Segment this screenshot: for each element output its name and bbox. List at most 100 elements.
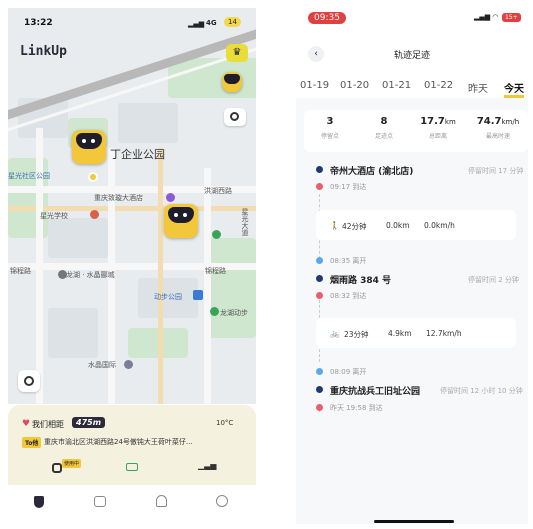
status-tag: 使用中	[62, 459, 82, 468]
arrive-dot-3	[316, 404, 323, 411]
to-tag: To他	[22, 437, 42, 448]
move-distance: 4.9km	[388, 329, 412, 338]
longhu-poi-icon	[210, 307, 219, 316]
signal-wifi-icon: ▂▄▆ ◠	[474, 13, 498, 21]
stat-unit: km	[444, 118, 456, 126]
date-tab-3[interactable]: 01-22	[424, 80, 453, 91]
stop-name-3[interactable]: 重庆抗战兵工旧址公园	[330, 384, 420, 397]
locate-button[interactable]	[18, 370, 40, 392]
stop-stay-1: 停留时间 17 分钟	[468, 167, 524, 175]
tab-home-shield-icon[interactable]	[34, 496, 44, 508]
stop-name-1[interactable]: 帝州大酒店 (渝北店)	[330, 164, 413, 177]
arrive-dot-1	[316, 183, 323, 190]
camera-icon	[230, 112, 239, 121]
map-view[interactable]: 丁企业公园 星光社区公园 重庆致璇大酒店 洪湖西路 星光学校 星光大道 锦程路 …	[8, 8, 256, 404]
move-speed: 0.0km/h	[424, 221, 455, 230]
left-phone-screen: 丁企业公园 星光社区公园 重庆致璇大酒店 洪湖西路 星光学校 星光大道 锦程路 …	[8, 8, 256, 522]
stat-value: 74.7	[476, 116, 502, 127]
hotel-poi-icon	[166, 193, 175, 202]
partner-avatar-pin[interactable]	[164, 204, 198, 238]
stat-unit: km/h	[501, 118, 520, 126]
date-tab-1[interactable]: 01-20	[340, 80, 369, 91]
map-label-road-jincheng: 锦程路	[10, 267, 31, 275]
tab-message-icon[interactable]	[94, 496, 106, 507]
school-poi-icon	[90, 210, 99, 219]
map-label-mall: 龙湖 · 水晶郦城	[66, 271, 115, 279]
distance-card[interactable]: ♥ 我们相距 475m 10°C To他 重庆市渝北区洪湖西路24号傲钝大王荷叶…	[8, 405, 256, 485]
battery-indicator-right: 15+	[502, 13, 521, 22]
status-bar: 13:22 ▂▄▆ 4G 14	[8, 8, 256, 34]
map-label-park: 丁企业公园	[110, 148, 165, 161]
map-label-road-jincheng-2: 锦程路	[205, 267, 226, 275]
stat-label: 总距离	[428, 133, 447, 140]
arrive-time-1: 09:17 到达	[330, 183, 367, 191]
third-avatar-pin[interactable]	[222, 72, 242, 92]
battery-icon	[126, 463, 138, 471]
move-distance: 0.0km	[386, 221, 410, 230]
stat-value: 8	[380, 116, 388, 127]
move-duration: 42分钟	[342, 222, 367, 231]
stop-stay-3: 停留时间 12 小时 10 分钟	[440, 387, 523, 395]
location-marker-1	[88, 172, 98, 182]
crosshair-icon	[24, 376, 34, 386]
arrive-dot-2	[316, 292, 323, 299]
app-logo: LinkUp	[20, 44, 67, 59]
stop-dot-2	[316, 275, 323, 282]
stat-stay-points: 3 停留点	[306, 116, 354, 140]
stat-label: 最高时速	[485, 133, 510, 140]
crystal-poi-icon	[124, 360, 133, 369]
walk-icon: 🚶	[330, 221, 340, 230]
stat-label: 停留点	[320, 133, 339, 140]
date-tab-2[interactable]: 01-21	[382, 80, 411, 91]
map-label-hotel: 重庆致璇大酒店	[94, 194, 143, 202]
map-label-school: 星光学校	[40, 212, 68, 220]
crown-icon: ♛	[232, 47, 242, 58]
weather-temp: 10°C	[216, 419, 234, 427]
stat-value: 17.7	[420, 116, 445, 127]
green-poi-icon	[212, 230, 221, 239]
bottom-tab-bar	[8, 486, 256, 522]
heart-icon: ♥	[22, 419, 31, 429]
date-tab-today[interactable]: 今天	[504, 80, 524, 98]
date-tab-0[interactable]: 01-19	[300, 80, 329, 91]
map-label-crystal: 水晶国际	[88, 361, 116, 369]
status-bar-right: 09:35 ▂▄▆ ◠ 15+	[296, 8, 528, 28]
arrive-time-3: 昨天 19:58 到达	[330, 404, 383, 412]
move-duration: 23分钟	[344, 330, 369, 339]
signal-bars-icon: ▁▃▅	[198, 461, 217, 470]
device-icon	[52, 463, 62, 473]
battery-indicator: 14	[224, 17, 241, 27]
stat-max-speed: 74.7km/h 最高时速	[470, 116, 526, 140]
status-time: 13:22	[24, 18, 53, 28]
map-label-dongbu-park: 动步公园	[154, 293, 182, 301]
leave-time-2: 08:35 离开	[330, 257, 367, 265]
movement-segment-2[interactable]: 🚲 23分钟 4.9km 12.7km/h	[316, 318, 516, 348]
network-type: 4G	[206, 19, 217, 27]
leave-dot-2	[316, 257, 323, 264]
address-text: 重庆市渝北区洪湖西路24号傲钝大王荷叶菜仔...	[44, 438, 193, 446]
leave-dot-3	[316, 368, 323, 375]
bike-icon: 🚲	[330, 329, 340, 338]
crown-button[interactable]: ♛	[226, 44, 248, 62]
stop-name-2[interactable]: 烟雨路 384 号	[330, 273, 391, 286]
home-indicator	[374, 520, 454, 523]
distance-label: 我们相距	[32, 420, 64, 429]
map-label-community: 星光社区公园	[8, 172, 50, 180]
camera-button[interactable]	[224, 108, 246, 126]
tab-profile-icon[interactable]	[216, 495, 228, 507]
signal-icon: ▂▄▆	[188, 20, 205, 28]
stop-dot-1	[316, 166, 323, 173]
tab-bell-icon[interactable]	[156, 495, 167, 507]
mall-poi-icon	[58, 270, 67, 279]
map-label-road-xingguang: 星光大道	[241, 208, 249, 236]
my-avatar-pin[interactable]	[72, 130, 106, 164]
distance-value: 475m	[72, 417, 106, 428]
movement-segment-1[interactable]: 🚶 42分钟 0.0km 0.0km/h	[316, 210, 516, 240]
arrive-time-2: 08:32 到达	[330, 292, 367, 300]
stop-stay-2: 停留时间 2 分钟	[468, 276, 519, 284]
right-phone-screen: 09:35 ▂▄▆ ◠ 15+ ‹ 轨迹足迹 01-19 01-20 01-21…	[296, 8, 528, 524]
leave-time-3: 08:09 离开	[330, 368, 367, 376]
move-speed: 12.7km/h	[426, 329, 462, 338]
date-tab-yesterday[interactable]: 昨天	[468, 80, 488, 95]
page-title: 轨迹足迹	[393, 51, 430, 61]
